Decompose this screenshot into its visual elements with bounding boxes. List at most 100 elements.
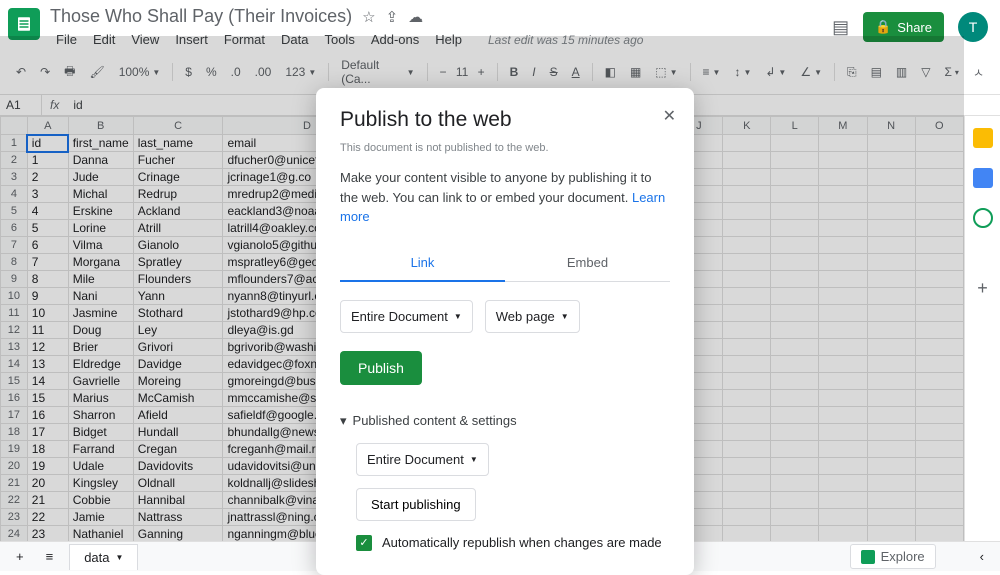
cell[interactable]: [723, 441, 771, 458]
undo-button[interactable]: ↶: [10, 61, 32, 83]
cell[interactable]: 4: [27, 203, 68, 220]
cell[interactable]: Cobbie: [68, 492, 133, 509]
row-header[interactable]: 21: [1, 475, 28, 492]
cell[interactable]: 6: [27, 237, 68, 254]
currency-button[interactable]: $: [179, 61, 198, 83]
row-header[interactable]: 11: [1, 305, 28, 322]
cell[interactable]: Spratley: [133, 254, 223, 271]
cell[interactable]: [723, 492, 771, 509]
cell[interactable]: [867, 390, 915, 407]
cell[interactable]: [819, 441, 867, 458]
cell[interactable]: [867, 135, 915, 152]
cell[interactable]: [915, 526, 963, 543]
column-header[interactable]: B: [68, 117, 133, 135]
print-button[interactable]: 🖶: [58, 58, 81, 87]
cell[interactable]: [771, 288, 819, 305]
cell[interactable]: id: [27, 135, 68, 152]
cell[interactable]: Gianolo: [133, 237, 223, 254]
cell[interactable]: [771, 186, 819, 203]
cell[interactable]: 18: [27, 441, 68, 458]
strike-button[interactable]: S: [544, 61, 564, 83]
cell[interactable]: [771, 441, 819, 458]
cell[interactable]: 8: [27, 271, 68, 288]
cell[interactable]: [819, 356, 867, 373]
publish-button[interactable]: Publish: [340, 351, 422, 385]
cell[interactable]: [915, 135, 963, 152]
borders-button[interactable]: ▦: [624, 61, 647, 83]
document-scope-dropdown[interactable]: Entire Document▼: [340, 300, 473, 333]
cell[interactable]: 10: [27, 305, 68, 322]
settings-scope-dropdown[interactable]: Entire Document▼: [356, 443, 489, 476]
cell[interactable]: [723, 203, 771, 220]
cell[interactable]: Ganning: [133, 526, 223, 543]
cell[interactable]: [867, 407, 915, 424]
cell[interactable]: [867, 254, 915, 271]
cell[interactable]: [867, 203, 915, 220]
cell[interactable]: Cregan: [133, 441, 223, 458]
menu-format[interactable]: Format: [218, 29, 271, 50]
menu-view[interactable]: View: [125, 29, 165, 50]
cell[interactable]: [723, 237, 771, 254]
column-header[interactable]: M: [819, 117, 867, 135]
functions-dropdown[interactable]: Σ▾: [939, 61, 965, 83]
cell[interactable]: Stothard: [133, 305, 223, 322]
cell[interactable]: [723, 271, 771, 288]
cell[interactable]: [915, 305, 963, 322]
side-panel-toggle[interactable]: ‹: [974, 545, 990, 568]
start-publishing-button[interactable]: Start publishing: [356, 488, 476, 521]
close-icon[interactable]: ✕: [663, 106, 676, 126]
cell[interactable]: [867, 492, 915, 509]
cell[interactable]: Lorine: [68, 220, 133, 237]
cell[interactable]: [915, 288, 963, 305]
cell[interactable]: last_name: [133, 135, 223, 152]
add-side-panel-button[interactable]: +: [973, 278, 993, 298]
cell[interactable]: [819, 152, 867, 169]
cell[interactable]: Hannibal: [133, 492, 223, 509]
cell[interactable]: [771, 373, 819, 390]
cell[interactable]: [723, 305, 771, 322]
cell[interactable]: 9: [27, 288, 68, 305]
cell[interactable]: Ley: [133, 322, 223, 339]
cell[interactable]: [867, 339, 915, 356]
cell[interactable]: [819, 288, 867, 305]
row-header[interactable]: 10: [1, 288, 28, 305]
cell[interactable]: [723, 152, 771, 169]
cell[interactable]: first_name: [68, 135, 133, 152]
cell[interactable]: 19: [27, 458, 68, 475]
cell[interactable]: [819, 271, 867, 288]
cell[interactable]: [771, 475, 819, 492]
cell[interactable]: [819, 526, 867, 543]
cell[interactable]: [867, 237, 915, 254]
row-header[interactable]: 8: [1, 254, 28, 271]
wrap-dropdown[interactable]: ↲▼: [759, 61, 792, 83]
cell[interactable]: Sharron: [68, 407, 133, 424]
cell[interactable]: Afield: [133, 407, 223, 424]
format-dropdown[interactable]: Web page▼: [485, 300, 580, 333]
cell[interactable]: Yann: [133, 288, 223, 305]
cell[interactable]: [771, 135, 819, 152]
cell[interactable]: [819, 186, 867, 203]
cell[interactable]: McCamish: [133, 390, 223, 407]
row-header[interactable]: 1: [1, 135, 28, 152]
row-header[interactable]: 15: [1, 373, 28, 390]
increase-decimal-button[interactable]: .00: [249, 61, 278, 83]
cell[interactable]: [867, 526, 915, 543]
last-edit-text[interactable]: Last edit was 15 minutes ago: [482, 30, 649, 50]
cell[interactable]: [819, 475, 867, 492]
cell[interactable]: Fucher: [133, 152, 223, 169]
cell[interactable]: Udale: [68, 458, 133, 475]
fill-color-button[interactable]: ◧: [599, 61, 622, 83]
cell[interactable]: [723, 424, 771, 441]
cell[interactable]: [771, 526, 819, 543]
decrease-decimal-button[interactable]: .0: [225, 61, 247, 83]
row-header[interactable]: 22: [1, 492, 28, 509]
cell[interactable]: [771, 458, 819, 475]
cell[interactable]: Grivori: [133, 339, 223, 356]
cell[interactable]: Doug: [68, 322, 133, 339]
cell[interactable]: [915, 475, 963, 492]
cell[interactable]: [723, 509, 771, 526]
row-header[interactable]: 6: [1, 220, 28, 237]
comments-icon[interactable]: ▤: [832, 17, 849, 38]
cell[interactable]: Bidget: [68, 424, 133, 441]
cell[interactable]: [915, 237, 963, 254]
